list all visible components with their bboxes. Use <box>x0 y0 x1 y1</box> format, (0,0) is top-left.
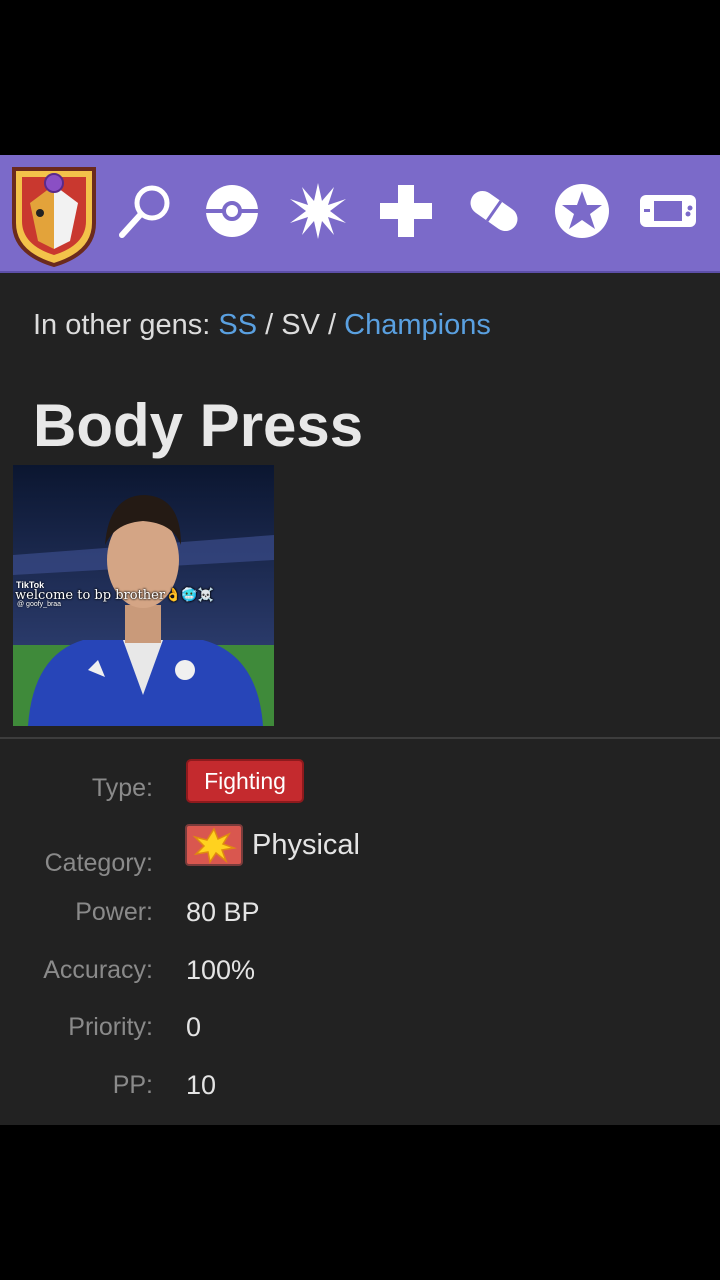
site-logo[interactable] <box>8 163 100 267</box>
gen-separator: / <box>265 309 274 341</box>
gameboy-icon[interactable] <box>638 181 698 241</box>
power-value: 80 BP <box>186 897 260 927</box>
pp-row: PP: 10 <box>0 1060 720 1110</box>
pp-label: PP: <box>112 1071 153 1099</box>
gen-link-ss[interactable]: SS <box>218 309 257 341</box>
other-gens-line: In other gens: SS / SV / Champions <box>33 309 491 342</box>
pokeball-icon[interactable] <box>202 181 262 241</box>
accuracy-label: Accuracy: <box>43 956 153 984</box>
priority-row: Priority: 0 <box>0 1002 720 1052</box>
capsule-icon[interactable] <box>464 181 524 241</box>
plus-icon[interactable] <box>376 181 436 241</box>
tiktok-handle: @ goofy_braa <box>17 601 62 608</box>
power-row: Power: 80 BP <box>0 887 720 937</box>
accuracy-row: Accuracy: 100% <box>0 945 720 995</box>
type-row: Type: Fighting <box>0 759 720 813</box>
move-page: In other gens: SS / SV / Champions Body … <box>0 273 720 1125</box>
gen-link-champions[interactable]: Champions <box>344 309 491 341</box>
accuracy-value: 100% <box>186 955 256 985</box>
gen-current-sv: SV <box>281 309 320 341</box>
physical-category-icon <box>185 824 243 866</box>
priority-label: Priority: <box>68 1013 153 1041</box>
search-icon[interactable] <box>116 181 176 241</box>
type-label: Type: <box>91 774 153 802</box>
move-title: Body Press <box>33 392 364 459</box>
other-gens-prefix: In other gens: <box>33 309 211 341</box>
type-badge-fighting[interactable]: Fighting <box>186 759 304 803</box>
move-animation-video[interactable]: TikTok welcome to bp brother👌🥶☠️ @ goofy… <box>13 465 274 726</box>
star-icon[interactable] <box>552 181 612 241</box>
gen-separator: / <box>328 309 337 341</box>
section-divider <box>0 737 720 739</box>
pp-value: 10 <box>186 1070 217 1100</box>
category-row: Category: Physical <box>0 824 720 888</box>
top-nav-bar <box>0 155 720 273</box>
spark-icon[interactable] <box>288 181 348 241</box>
category-value: Physical <box>252 829 360 861</box>
power-label: Power: <box>75 898 153 926</box>
category-label: Category: <box>44 849 153 877</box>
priority-value: 0 <box>186 1012 202 1042</box>
